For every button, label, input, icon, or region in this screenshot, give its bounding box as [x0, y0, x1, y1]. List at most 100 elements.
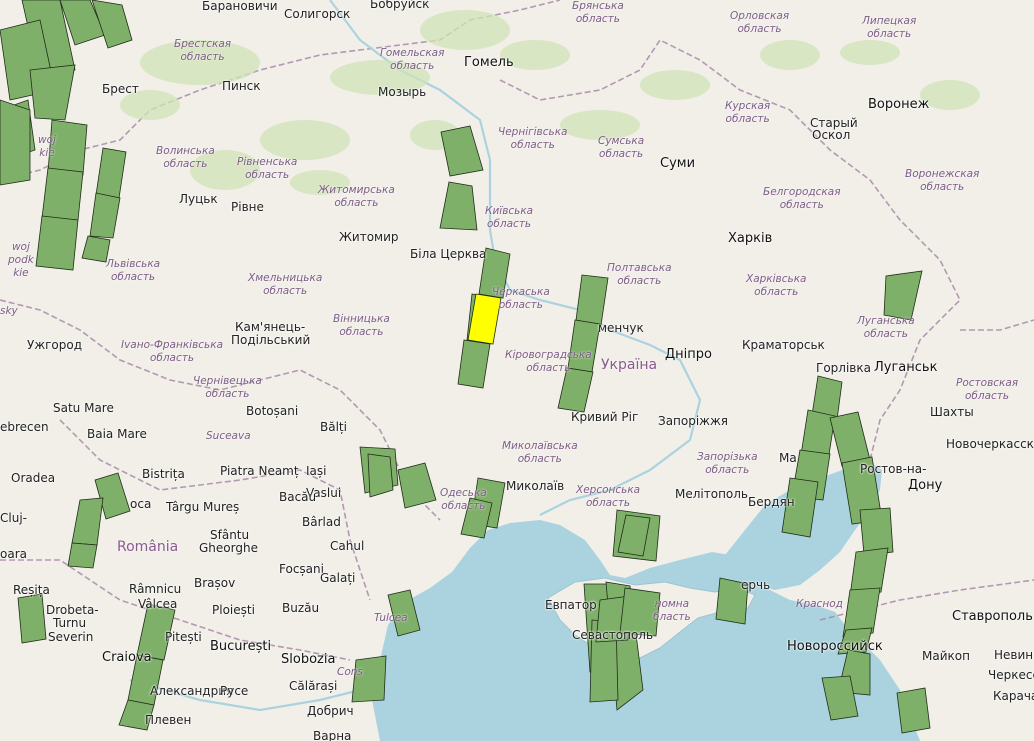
- city-label: Дону: [908, 478, 943, 493]
- city-label: Кам'янець-: [235, 320, 306, 334]
- city-label: Bistrița: [142, 467, 185, 481]
- region-label: Suceava: [206, 430, 251, 442]
- footprint[interactable]: [351, 655, 387, 703]
- footprint[interactable]: [829, 411, 871, 467]
- footprint[interactable]: [440, 125, 484, 177]
- footprint[interactable]: [883, 270, 923, 321]
- footprint[interactable]: [575, 274, 609, 326]
- city-label: Reșița: [13, 583, 50, 597]
- city-label: Луганськ: [874, 360, 938, 375]
- region-label: Черкаська область: [492, 286, 550, 311]
- footprint[interactable]: [95, 147, 127, 199]
- city-label: Piatra Neamț: [220, 464, 299, 478]
- city-label: Focșani: [279, 562, 324, 576]
- city-label: Gheorghe: [199, 541, 258, 555]
- city-label: Новороссийск: [787, 639, 883, 654]
- region-label: Іvано-Франківська область: [121, 339, 224, 364]
- city-label: Черкесс: [988, 668, 1034, 682]
- footprint[interactable]: [397, 462, 437, 509]
- city-label: Galați: [320, 571, 356, 585]
- city-label: Дніпро: [665, 347, 712, 362]
- city-label: Bârlad: [302, 515, 341, 529]
- footprint[interactable]: [17, 593, 47, 644]
- region-label: Харківська область: [746, 273, 807, 298]
- footprint[interactable]: [35, 215, 79, 271]
- city-label: Добрич: [307, 704, 354, 718]
- region-label: Брянська область: [572, 0, 624, 25]
- city-label: менчук: [598, 321, 644, 335]
- city-label: Ма: [779, 451, 797, 465]
- region-label: Cons: [337, 666, 363, 678]
- map-view[interactable]: Барановичи Солигорск Бобруйск Гомель Брест Пи…: [0, 0, 1034, 741]
- city-label: Біла Церква: [410, 247, 487, 261]
- region-label: Краснод: [796, 598, 843, 610]
- city-label: Cluj-: [0, 511, 27, 525]
- region-label: sky: [0, 305, 18, 317]
- forest-patch: [640, 70, 710, 100]
- footprint[interactable]: [67, 542, 98, 569]
- region-label: Запорізька область: [697, 451, 758, 476]
- footprint[interactable]: [89, 192, 121, 239]
- region-label: Ростовская область: [956, 377, 1019, 402]
- city-label: Евпатор: [545, 598, 597, 612]
- forest-patch: [840, 40, 900, 65]
- city-label: Варна: [313, 729, 352, 741]
- region-label: Сумська область: [598, 135, 645, 160]
- city-label: Severin: [48, 630, 94, 644]
- city-label: Satu Mare: [53, 401, 114, 415]
- region-label: Житомирська область: [318, 184, 395, 209]
- city-label: Пинск: [222, 79, 261, 93]
- forest-patch: [260, 120, 350, 160]
- city-label: Ростов-на-: [860, 462, 927, 476]
- city-label: Drobeta-: [46, 603, 99, 617]
- region-label: Чернігівська область: [498, 126, 568, 151]
- footprint[interactable]: [0, 99, 31, 186]
- city-label: Pitești: [165, 630, 202, 644]
- region-label: woj kie: [38, 134, 56, 159]
- region-label: Курская область: [725, 100, 771, 125]
- region-label: номна бласть: [653, 598, 691, 623]
- city-label: Кривий Ріг: [571, 410, 639, 424]
- city-label: Buzău: [282, 601, 320, 615]
- region-label: Орловская область: [730, 10, 790, 35]
- city-label: ebrecen: [0, 420, 49, 434]
- region-label: Луганська область: [857, 315, 915, 340]
- region-label: Белгородская область: [763, 186, 841, 211]
- city-label: Ужгород: [27, 338, 83, 352]
- city-label: Солигорск: [284, 7, 351, 21]
- footprint[interactable]: [367, 453, 394, 498]
- region-label: Волинська область: [156, 145, 215, 170]
- footprint[interactable]: [41, 167, 84, 221]
- city-label: Барановичи: [202, 0, 278, 13]
- city-label: Горлівка: [816, 361, 871, 375]
- city-label: Новочеркасск: [946, 437, 1034, 451]
- region-label: Рівненська область: [237, 156, 298, 181]
- city-label: Харків: [728, 231, 773, 246]
- city-label: ерчь: [741, 578, 771, 592]
- border-line: [960, 319, 1034, 331]
- city-label: Плевен: [145, 713, 192, 727]
- footprint[interactable]: [439, 181, 478, 231]
- city-label: Миколаїв: [506, 479, 565, 493]
- city-label: Мелітополь: [675, 487, 749, 501]
- city-label: Воронеж: [868, 97, 930, 112]
- region-label: Львівська область: [106, 258, 161, 283]
- footprint[interactable]: [71, 497, 104, 546]
- city-label: București: [210, 639, 272, 654]
- city-label: Cahul: [330, 539, 365, 553]
- region-label: Чернівецька область: [193, 375, 262, 400]
- city-label: Călărași: [289, 679, 338, 693]
- footprint[interactable]: [29, 64, 76, 121]
- city-label: Русе: [220, 684, 249, 698]
- city-label: Брест: [102, 82, 139, 96]
- footprint[interactable]: [457, 339, 491, 389]
- region-label: Одеська область: [440, 487, 487, 512]
- footprint[interactable]: [896, 687, 931, 734]
- city-label: Гомель: [464, 55, 514, 70]
- city-label: Житомир: [339, 230, 399, 244]
- city-label: Brașov: [194, 576, 236, 590]
- city-label: Turnu: [53, 616, 87, 630]
- city-label: Craiova: [102, 650, 152, 665]
- city-label: Iași: [306, 464, 327, 478]
- city-label: Подільський: [231, 333, 311, 347]
